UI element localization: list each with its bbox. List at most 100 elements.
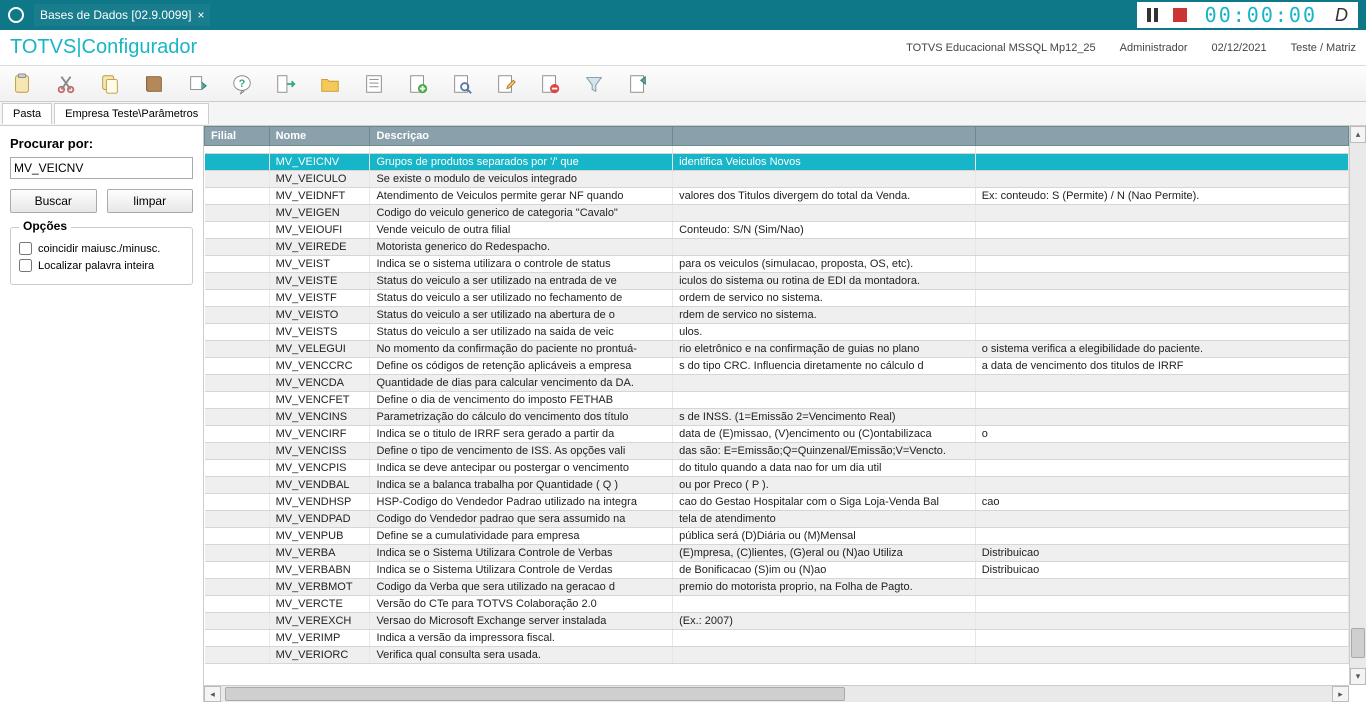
chk-whole-word-input[interactable] bbox=[19, 259, 32, 272]
cell-filial bbox=[205, 273, 270, 290]
search-sidebar: Procurar por: Buscar limpar Opções coinc… bbox=[0, 126, 204, 702]
document-tab[interactable]: Bases de Dados [02.9.0099] × bbox=[34, 4, 210, 26]
edit-icon[interactable] bbox=[494, 72, 518, 96]
cell-filial bbox=[205, 460, 270, 477]
table-row[interactable]: MV_VEICNVGrupos de produtos separados po… bbox=[205, 154, 1349, 171]
chk-case-input[interactable] bbox=[19, 242, 32, 255]
cell-c4: (E)mpresa, (C)lientes, (G)eral ou (N)ao … bbox=[673, 545, 976, 562]
table-row[interactable]: MV_VENCDAQuantidade de dias para calcula… bbox=[205, 375, 1349, 392]
help-icon[interactable]: ? bbox=[230, 72, 254, 96]
table-row[interactable]: MV_VELEGUINo momento da confirmação do p… bbox=[205, 341, 1349, 358]
col-header-filial[interactable]: Filial bbox=[205, 127, 270, 146]
title-bar: TOTVS | Configurador TOTVS Educacional M… bbox=[0, 30, 1366, 66]
scroll-down-icon[interactable]: ▾ bbox=[1350, 668, 1366, 685]
table-row[interactable]: MV_VERBABNIndica se o Sistema Utilizara … bbox=[205, 562, 1349, 579]
cell-c5 bbox=[975, 630, 1348, 647]
filter-icon[interactable] bbox=[582, 72, 606, 96]
breadcrumb-path[interactable]: Empresa Teste\Parâmetros bbox=[54, 103, 209, 124]
table-row[interactable]: MV_VENCINSParametrização do cálculo do v… bbox=[205, 409, 1349, 426]
table-row[interactable]: MV_VEISTSStatus do veiculo a ser utiliza… bbox=[205, 324, 1349, 341]
cell-c4 bbox=[673, 596, 976, 613]
search-input[interactable] bbox=[10, 157, 193, 179]
vertical-scrollbar[interactable]: ▴ ▾ bbox=[1349, 126, 1366, 685]
brand-label: TOTVS bbox=[10, 36, 76, 59]
horizontal-scrollbar[interactable]: ◂ ▸ bbox=[204, 685, 1349, 702]
table-row[interactable]: MV_VEIGENCodigo do veiculo generico de c… bbox=[205, 205, 1349, 222]
table-row[interactable]: MV_VEIDNFTAtendimento de Veiculos permit… bbox=[205, 188, 1349, 205]
scroll-up-icon[interactable]: ▴ bbox=[1350, 126, 1366, 143]
col-header-4[interactable] bbox=[673, 127, 976, 146]
col-header-nome[interactable]: Nome bbox=[269, 127, 370, 146]
exit-icon[interactable] bbox=[274, 72, 298, 96]
table-row[interactable]: MV_VEIREDEMotorista generico do Redespac… bbox=[205, 239, 1349, 256]
cell-desc: Parametrização do cálculo do vencimento … bbox=[370, 409, 673, 426]
table-row[interactable]: MV_VEISTFStatus do veiculo a ser utiliza… bbox=[205, 290, 1349, 307]
hscroll-thumb[interactable] bbox=[225, 687, 845, 701]
breadcrumb-root[interactable]: Pasta bbox=[2, 103, 52, 124]
app-menu-icon[interactable] bbox=[8, 7, 24, 23]
book-icon[interactable] bbox=[142, 72, 166, 96]
cell-desc: Indica se o Sistema Utilizara Controle d… bbox=[370, 562, 673, 579]
export-icon[interactable] bbox=[626, 72, 650, 96]
chk-whole-word[interactable]: Localizar palavra inteira bbox=[19, 259, 184, 272]
cell-c4: identifica Veiculos Novos bbox=[673, 154, 976, 171]
cell-c4: s de INSS. (1=Emissão 2=Vencimento Real) bbox=[673, 409, 976, 426]
table-row[interactable]: MV_VEIOUFIVende veiculo de outra filialC… bbox=[205, 222, 1349, 239]
grid-header-row: Filial Nome Descriçao bbox=[205, 127, 1349, 146]
table-row[interactable]: MV_VERIORCVerifica qual consulta sera us… bbox=[205, 647, 1349, 664]
cell-c5 bbox=[975, 307, 1348, 324]
table-row[interactable]: MV_VENCCRCDefine os códigos de retenção … bbox=[205, 358, 1349, 375]
table-row[interactable]: MV_VERIMPIndica a versão da impressora f… bbox=[205, 630, 1349, 647]
delete-icon[interactable] bbox=[538, 72, 562, 96]
table-row[interactable]: MV_VEISTOStatus do veiculo a ser utiliza… bbox=[205, 307, 1349, 324]
table-row[interactable]: MV_VEISTIndica se o sistema utilizara o … bbox=[205, 256, 1349, 273]
table-row[interactable]: MV_VENCIRFIndica se o titulo de IRRF ser… bbox=[205, 426, 1349, 443]
col-header-descricao[interactable]: Descriçao bbox=[370, 127, 673, 146]
folder-icon[interactable] bbox=[318, 72, 342, 96]
table-row[interactable]: MV_VENDPADCodigo do Vendedor padrao que … bbox=[205, 511, 1349, 528]
table-row[interactable]: MV_VENCPISIndica se deve antecipar ou po… bbox=[205, 460, 1349, 477]
table-row[interactable]: MV_VENPUBDefine se a cumulatividade para… bbox=[205, 528, 1349, 545]
table-row[interactable]: MV_VERBAIndica se o Sistema Utilizara Co… bbox=[205, 545, 1349, 562]
buscar-button[interactable]: Buscar bbox=[10, 189, 97, 213]
search-icon[interactable] bbox=[450, 72, 474, 96]
table-row[interactable]: MV_VENDBALIndica se a balanca trabalha p… bbox=[205, 477, 1349, 494]
cell-filial bbox=[205, 630, 270, 647]
table-row[interactable]: MV_VENCFETDefine o dia de vencimento do … bbox=[205, 392, 1349, 409]
cell-filial bbox=[205, 426, 270, 443]
cell-nome: MV_VENCDA bbox=[269, 375, 370, 392]
timer-display: 00:00:00 bbox=[1197, 3, 1325, 27]
cell-nome: MV_VENCINS bbox=[269, 409, 370, 426]
stop-icon[interactable] bbox=[1173, 8, 1187, 22]
toolbar: ? bbox=[0, 66, 1366, 102]
cell-nome: MV_VENCISS bbox=[269, 443, 370, 460]
spool-icon[interactable] bbox=[186, 72, 210, 96]
scroll-left-icon[interactable]: ◂ bbox=[204, 686, 221, 702]
cell-nome: MV_VENPUB bbox=[269, 528, 370, 545]
table-row[interactable]: MV_VERCTEVersão do CTe para TOTVS Colabo… bbox=[205, 596, 1349, 613]
pause-icon[interactable] bbox=[1147, 8, 1163, 22]
vscroll-thumb[interactable] bbox=[1351, 628, 1365, 658]
table-row[interactable]: MV_VEISTEStatus do veiculo a ser utiliza… bbox=[205, 273, 1349, 290]
add-icon[interactable] bbox=[406, 72, 430, 96]
paste-icon[interactable] bbox=[10, 72, 34, 96]
data-grid[interactable]: Filial Nome Descriçao MV_VEICNVGrupos de… bbox=[204, 126, 1349, 664]
cell-nome: MV_VEIGEN bbox=[269, 205, 370, 222]
list-icon[interactable] bbox=[362, 72, 386, 96]
limpar-button[interactable]: limpar bbox=[107, 189, 194, 213]
col-header-5[interactable] bbox=[975, 127, 1348, 146]
close-icon[interactable]: × bbox=[197, 8, 204, 22]
flag-icon[interactable]: D bbox=[1335, 5, 1348, 26]
table-row[interactable]: MV_VENCISSDefine o tipo de vencimento de… bbox=[205, 443, 1349, 460]
cell-c5 bbox=[975, 392, 1348, 409]
table-row[interactable]: MV_VENDHSPHSP-Codigo do Vendedor Padrao … bbox=[205, 494, 1349, 511]
table-row[interactable]: MV_VEICULOSe existe o modulo de veiculos… bbox=[205, 171, 1349, 188]
cell-nome: MV_VENDHSP bbox=[269, 494, 370, 511]
scroll-right-icon[interactable]: ▸ bbox=[1332, 686, 1349, 702]
cut-icon[interactable] bbox=[54, 72, 78, 96]
chk-case[interactable]: coincidir maiusc./minusc. bbox=[19, 242, 184, 255]
table-row[interactable]: MV_VEREXCHVersao do Microsoft Exchange s… bbox=[205, 613, 1349, 630]
table-row[interactable]: MV_VERBMOTCodigo da Verba que sera utili… bbox=[205, 579, 1349, 596]
copy-icon[interactable] bbox=[98, 72, 122, 96]
cell-desc: Codigo do veiculo generico de categoria … bbox=[370, 205, 673, 222]
